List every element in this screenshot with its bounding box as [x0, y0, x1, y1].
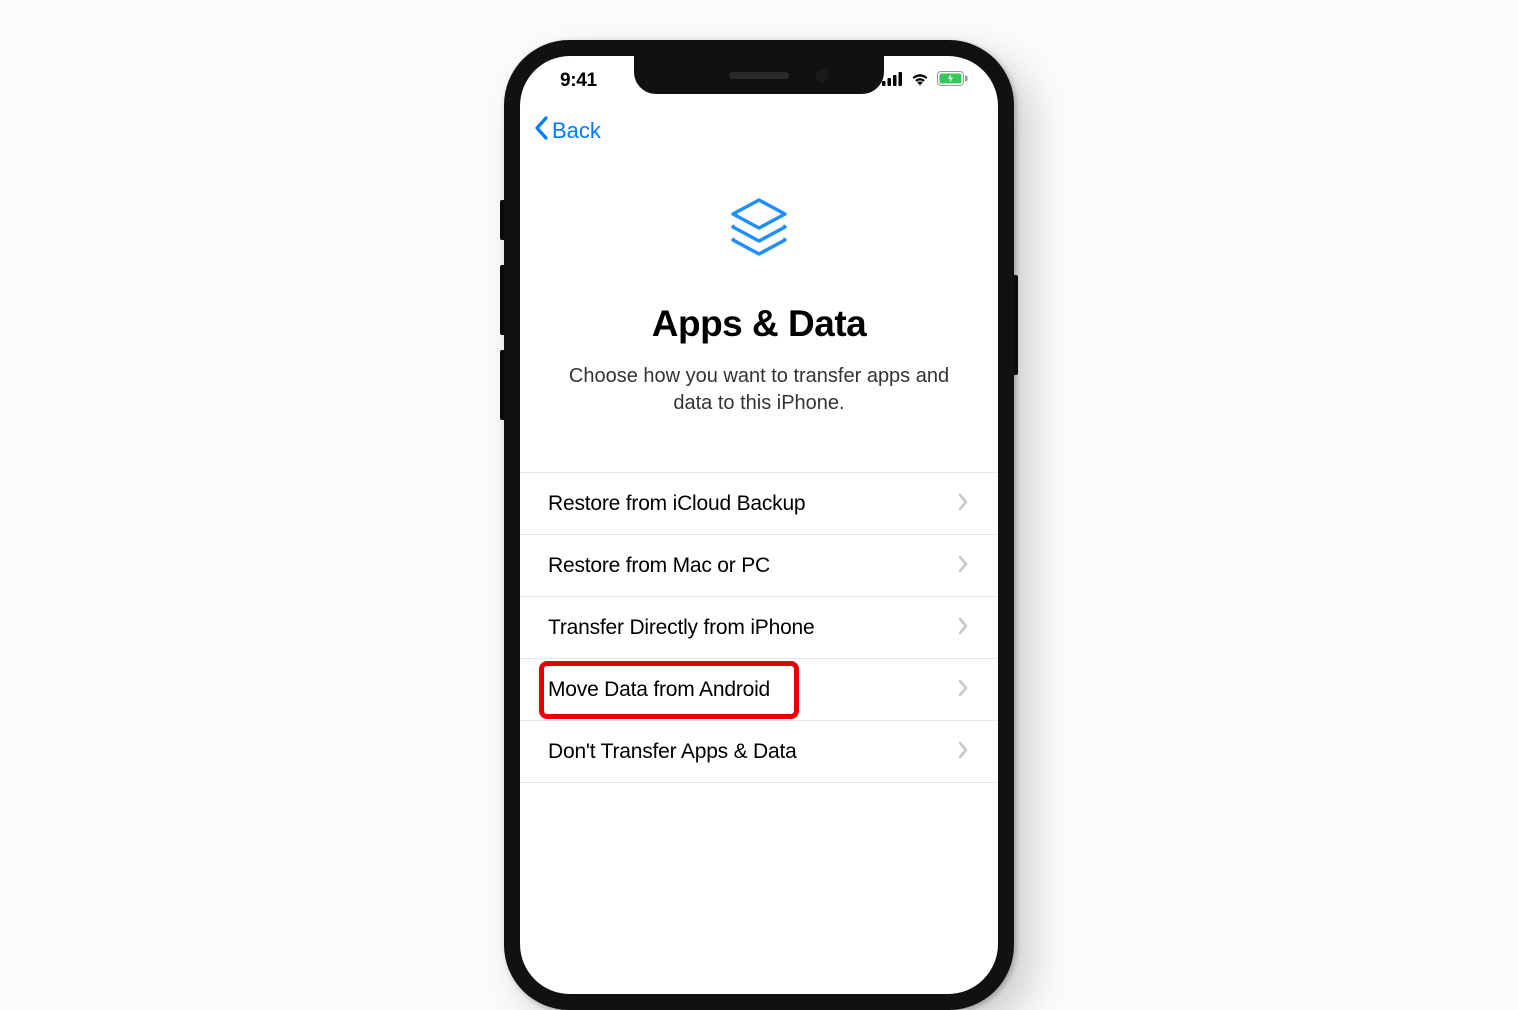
chevron-right-icon: [958, 615, 968, 641]
phone-screen: 9:41: [520, 56, 998, 994]
option-dont-transfer[interactable]: Don't Transfer Apps & Data: [520, 721, 998, 783]
power-button: [1014, 275, 1018, 375]
volume-down-button: [500, 350, 504, 420]
option-label: Restore from iCloud Backup: [548, 492, 805, 516]
option-label: Transfer Directly from iPhone: [548, 616, 815, 640]
wifi-icon: [910, 72, 930, 91]
option-transfer-iphone[interactable]: Transfer Directly from iPhone: [520, 597, 998, 659]
option-move-android[interactable]: Move Data from Android: [520, 659, 998, 721]
status-icons: [882, 71, 968, 91]
cellular-signal-icon: [882, 72, 903, 91]
stack-icon: [721, 194, 797, 275]
page-title: Apps & Data: [652, 303, 866, 345]
option-restore-icloud[interactable]: Restore from iCloud Backup: [520, 473, 998, 535]
chevron-right-icon: [958, 739, 968, 765]
back-label: Back: [552, 118, 601, 144]
option-label: Restore from Mac or PC: [548, 554, 770, 578]
option-label: Don't Transfer Apps & Data: [548, 740, 797, 764]
front-camera: [816, 69, 829, 82]
phone-frame: 9:41: [504, 40, 1014, 1010]
chevron-left-icon: [534, 116, 549, 146]
options-list: Restore from iCloud Backup Restore from …: [520, 472, 998, 783]
silence-switch: [500, 200, 504, 240]
page-subtitle: Choose how you want to transfer apps and…: [549, 363, 969, 417]
back-button[interactable]: Back: [534, 116, 601, 146]
battery-icon: [937, 71, 968, 91]
option-label: Move Data from Android: [548, 678, 770, 702]
option-restore-mac-pc[interactable]: Restore from Mac or PC: [520, 535, 998, 597]
chevron-right-icon: [958, 491, 968, 517]
chevron-right-icon: [958, 677, 968, 703]
chevron-right-icon: [958, 553, 968, 579]
content-area: Apps & Data Choose how you want to trans…: [520, 156, 998, 783]
status-time: 9:41: [550, 70, 597, 92]
notch: [634, 56, 884, 94]
volume-up-button: [500, 265, 504, 335]
nav-bar: Back: [520, 106, 998, 156]
speaker-grille: [729, 72, 789, 79]
